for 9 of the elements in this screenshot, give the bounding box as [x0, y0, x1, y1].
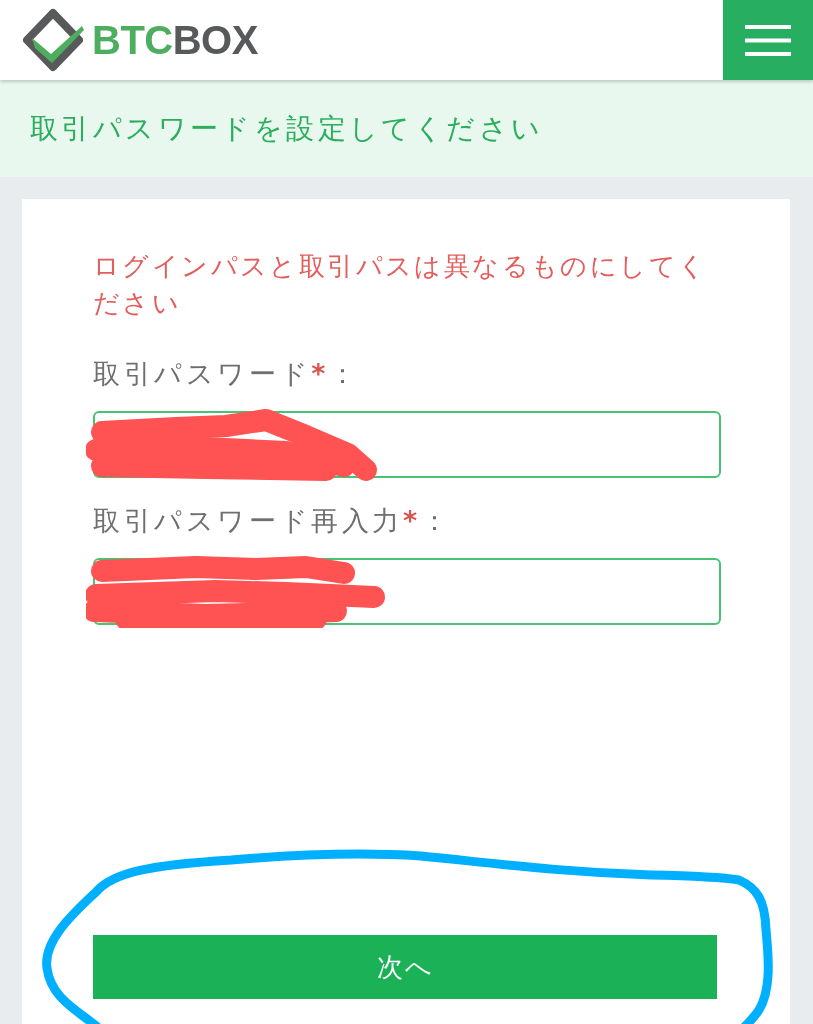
- menu-icon: [745, 24, 791, 56]
- field-label: 取引パスワード再入力*：: [93, 504, 453, 538]
- menu-button[interactable]: [723, 0, 813, 80]
- next-button[interactable]: 次へ: [93, 935, 717, 999]
- page-title: 取引パスワードを設定してください: [30, 110, 544, 147]
- field-label: 取引パスワード*：: [93, 357, 361, 391]
- brand-name: BTCBOX: [92, 20, 258, 60]
- error-message: ログインパスと取引パスは異なるものにしてください: [93, 250, 709, 320]
- diamond-check-logo-icon: [22, 8, 84, 72]
